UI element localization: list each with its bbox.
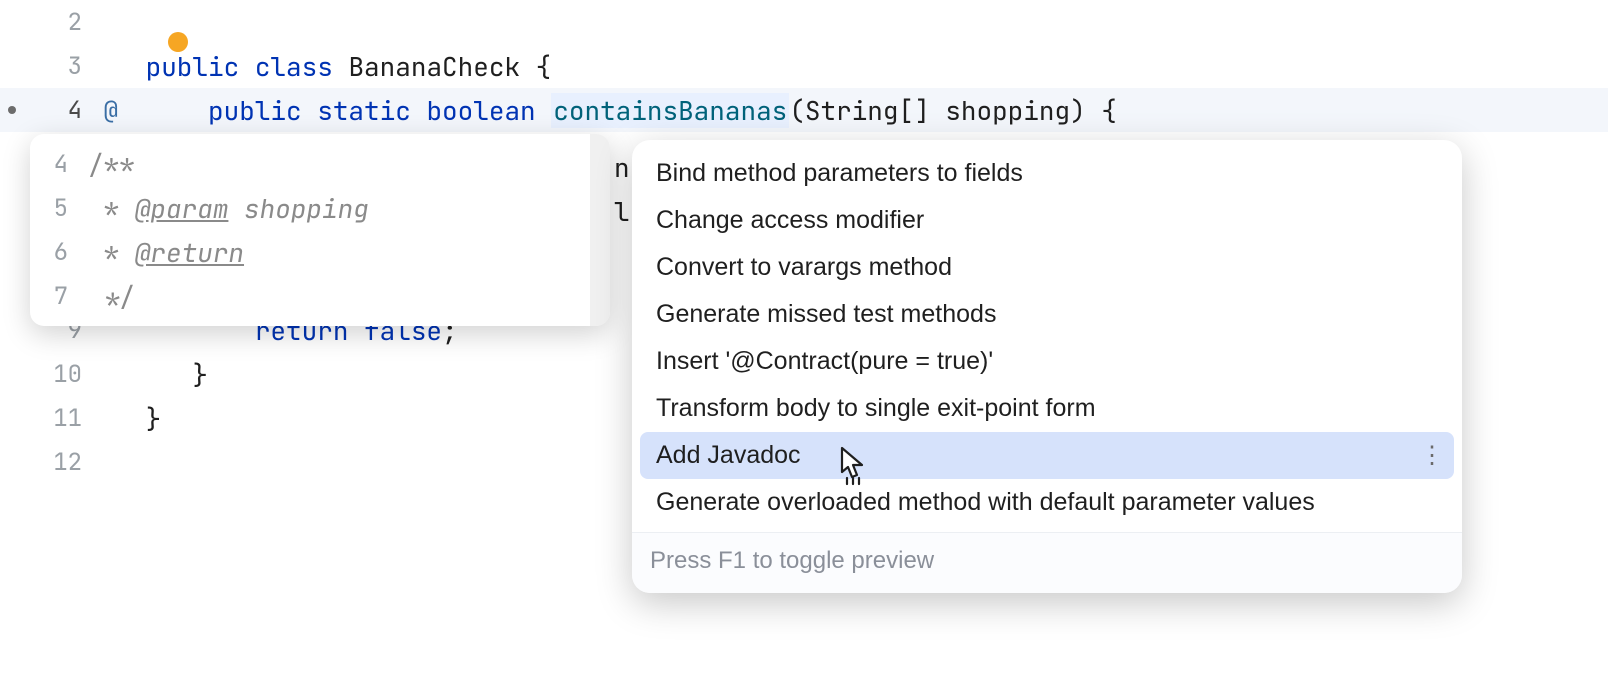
intention-actions-popup: Bind method parameters to fields Change … xyxy=(632,140,1462,593)
warning-indicator-icon[interactable] xyxy=(168,32,188,52)
javadoc-body: /** * @param shopping * @return */ xyxy=(78,142,590,318)
brace: { xyxy=(520,49,551,84)
gutter-line[interactable]: 10 xyxy=(0,352,130,396)
keyword: public xyxy=(146,49,240,84)
gutter-line[interactable]: 12 xyxy=(0,440,130,484)
method-signature: (String[] shopping) { xyxy=(789,93,1117,128)
code-line[interactable]: public class BananaCheck { xyxy=(130,44,1608,88)
action-label: Bind method parameters to fields xyxy=(656,159,1023,188)
line-number: 3 xyxy=(52,51,82,82)
action-change-access-modifier[interactable]: Change access modifier xyxy=(640,197,1454,244)
editor-gutter: 2 3 4 @ 9 10 11 12 xyxy=(0,0,130,682)
gutter-line[interactable]: 3 xyxy=(0,44,130,88)
action-label: Generate missed test methods xyxy=(656,300,996,329)
javadoc-param-name: shopping xyxy=(228,191,368,226)
intention-actions-list: Bind method parameters to fields Change … xyxy=(632,140,1462,532)
javadoc-gutter: 4 5 6 7 xyxy=(30,142,78,318)
code-line-active[interactable]: public static boolean containsBananas(St… xyxy=(130,88,1608,132)
indent xyxy=(130,93,192,128)
brace: } xyxy=(130,357,208,392)
action-bind-method-parameters[interactable]: Bind method parameters to fields xyxy=(640,150,1454,197)
gutter-line-active[interactable]: 4 @ xyxy=(0,88,130,132)
action-transform-body[interactable]: Transform body to single exit-point form xyxy=(640,385,1454,432)
line-number: 4 xyxy=(30,142,78,186)
line-number: 2 xyxy=(52,7,82,38)
method-name-highlighted: containsBananas xyxy=(551,93,789,128)
action-insert-contract[interactable]: Insert '@Contract(pure = true)' xyxy=(640,338,1454,385)
javadoc-preview-popup: 4 5 6 7 /** * @param shopping * @return … xyxy=(30,134,610,326)
action-generate-missed-tests[interactable]: Generate missed test methods xyxy=(640,291,1454,338)
line-number: 10 xyxy=(52,359,82,390)
gutter-annotation-icon[interactable]: @ xyxy=(104,95,118,126)
javadoc-line: */ xyxy=(88,274,590,318)
gutter-line[interactable]: 2 xyxy=(0,0,130,44)
action-label: Transform body to single exit-point form xyxy=(656,394,1096,423)
action-label: Generate overloaded method with default … xyxy=(656,488,1315,517)
code-fragment: l xyxy=(614,194,630,229)
action-label: Convert to varargs method xyxy=(656,253,952,282)
action-label: Change access modifier xyxy=(656,206,924,235)
action-convert-to-varargs[interactable]: Convert to varargs method xyxy=(640,244,1454,291)
javadoc-line: * @param shopping xyxy=(88,186,590,230)
code-line[interactable] xyxy=(130,0,1608,44)
gutter-line[interactable]: 11 xyxy=(0,396,130,440)
breakpoint-indicator-icon[interactable] xyxy=(8,106,16,114)
javadoc-line: * @return xyxy=(88,230,590,274)
line-number: 4 xyxy=(52,95,82,126)
line-number: 5 xyxy=(30,186,78,230)
keyword: static xyxy=(317,93,411,128)
keyword: class xyxy=(255,49,333,84)
more-options-icon[interactable]: ⋮ xyxy=(1420,441,1444,470)
line-number: 6 xyxy=(30,230,78,274)
javadoc-tag: @param xyxy=(135,191,229,226)
javadoc-line: /** xyxy=(88,142,590,186)
action-label: Insert '@Contract(pure = true)' xyxy=(656,347,993,376)
action-label: Add Javadoc xyxy=(656,441,801,470)
class-name: BananaCheck xyxy=(348,49,520,84)
keyword: public xyxy=(208,93,302,128)
line-number: 11 xyxy=(52,403,82,434)
action-add-javadoc[interactable]: Add Javadoc ⋮ xyxy=(640,432,1454,479)
brace: } xyxy=(146,401,162,436)
scrollbar[interactable] xyxy=(590,134,610,326)
code-fragment: n xyxy=(614,150,630,185)
popup-footer-hint: Press F1 to toggle preview xyxy=(632,532,1462,593)
line-number: 12 xyxy=(52,447,82,478)
line-number: 7 xyxy=(30,274,78,318)
javadoc-tag: @return xyxy=(135,235,244,270)
keyword: boolean xyxy=(426,93,535,128)
code-editor[interactable]: 2 3 4 @ 9 10 11 12 public class BananaCh… xyxy=(0,0,1608,682)
action-generate-overloaded[interactable]: Generate overloaded method with default … xyxy=(640,479,1454,526)
